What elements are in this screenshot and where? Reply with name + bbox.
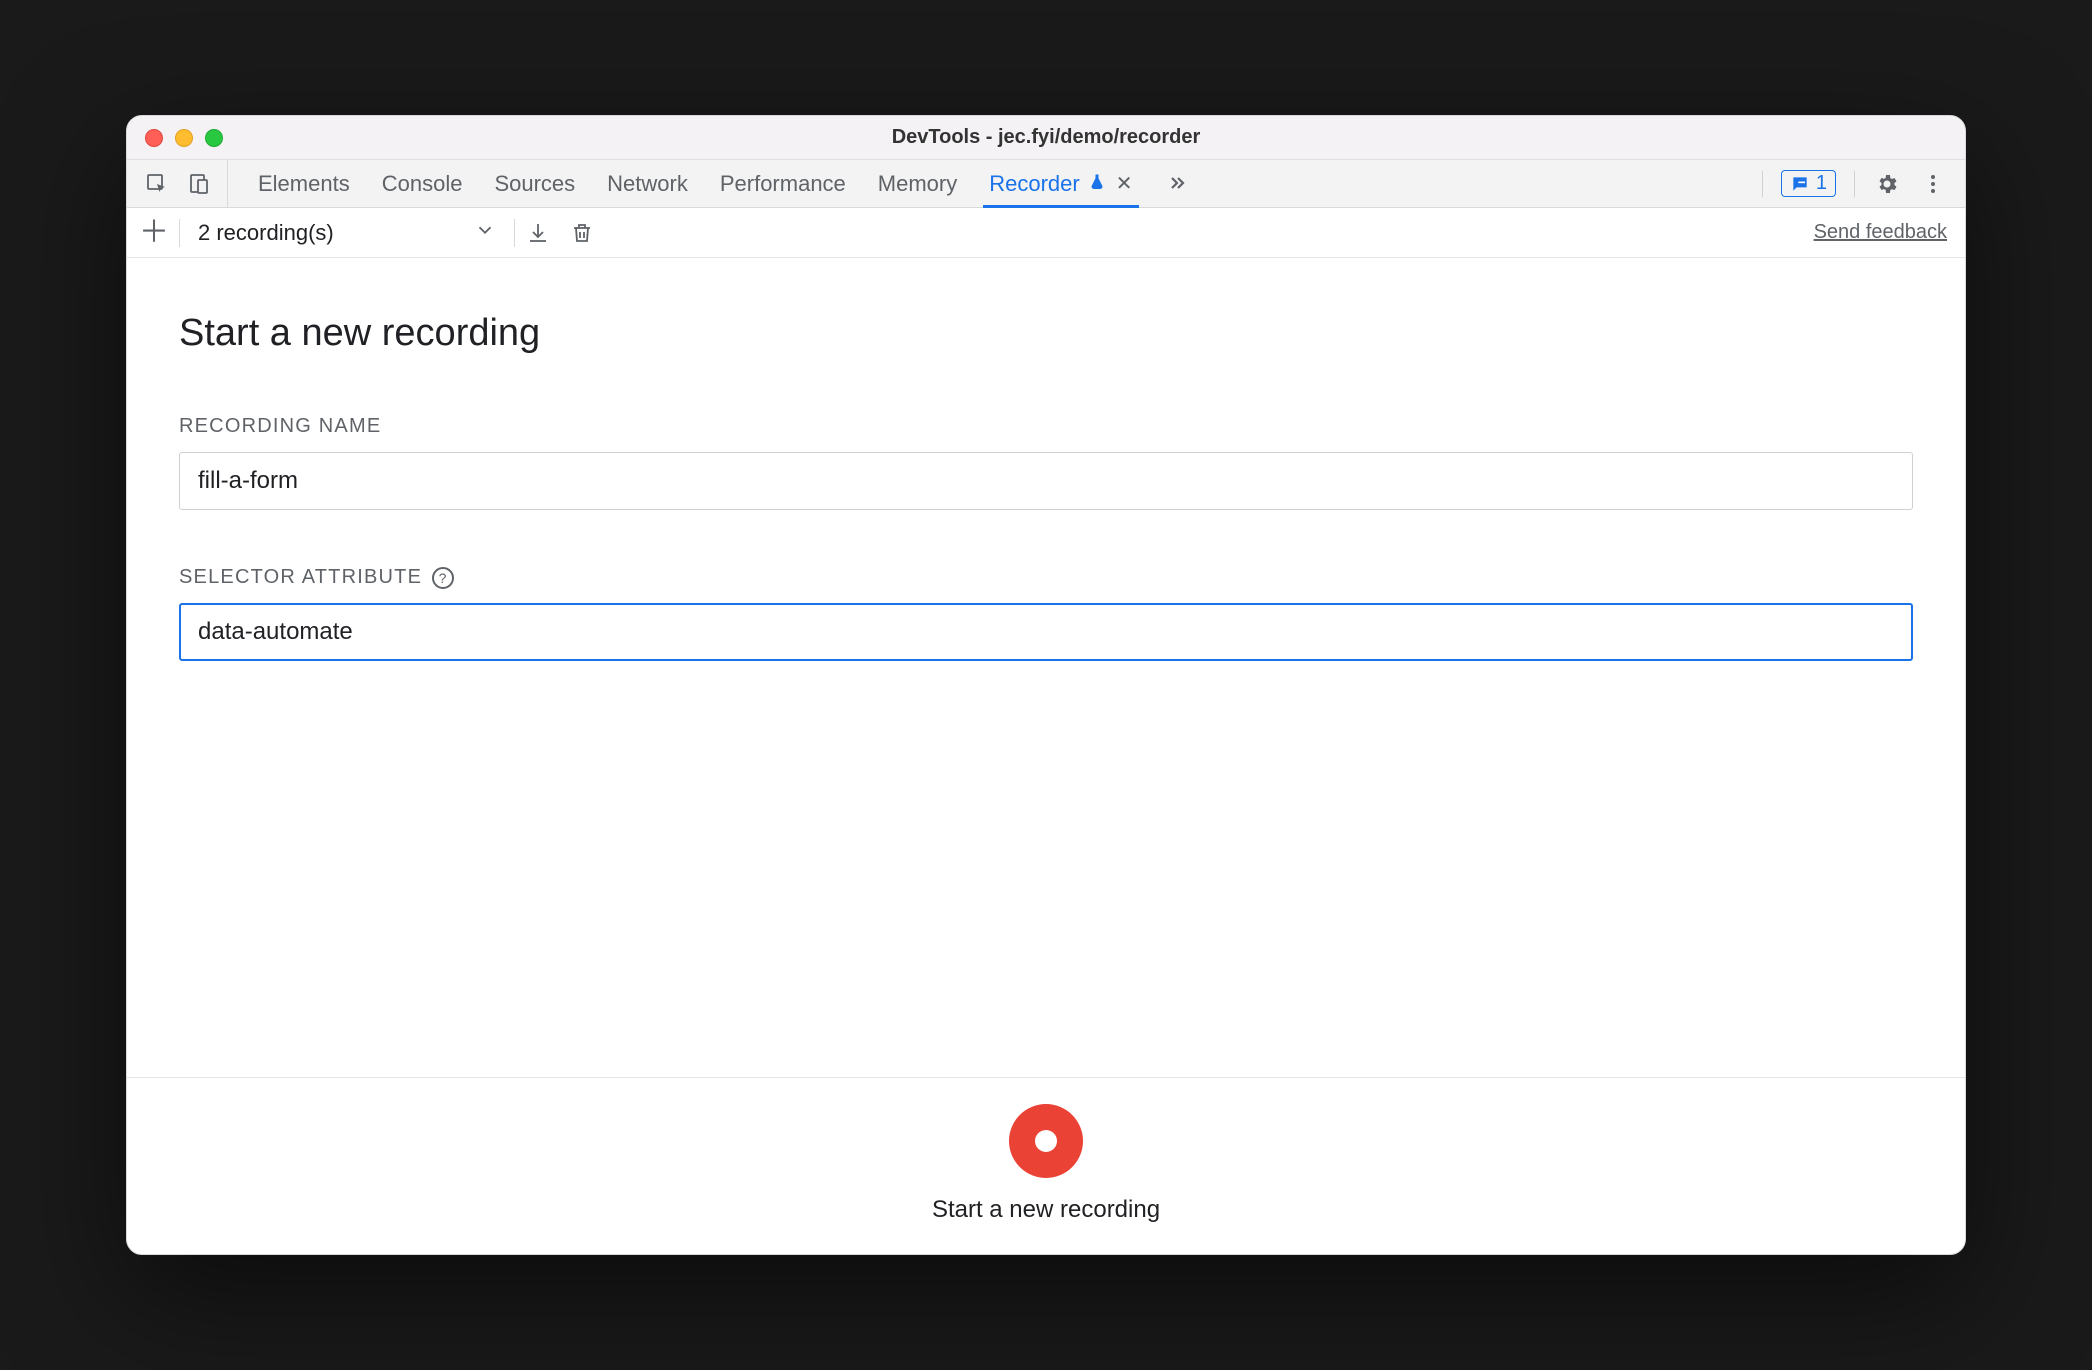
- more-options-icon[interactable]: [1919, 170, 1947, 198]
- recording-name-input[interactable]: [179, 452, 1913, 510]
- tabs: Elements Console Sources Network Perform…: [228, 160, 1219, 207]
- tab-network[interactable]: Network: [605, 160, 690, 207]
- recorder-content: Start a new recording RECORDING NAME SEL…: [127, 258, 1965, 1077]
- inspect-element-icon[interactable]: [143, 170, 171, 198]
- minimize-window-button[interactable]: [175, 129, 193, 147]
- close-window-button[interactable]: [145, 129, 163, 147]
- recording-name-field: RECORDING NAME: [179, 415, 1913, 510]
- recordings-dropdown[interactable]: 2 recording(s): [188, 219, 506, 247]
- tabbar-right-tools: 1: [1758, 160, 1957, 207]
- issues-count: 1: [1816, 172, 1827, 195]
- tab-memory[interactable]: Memory: [876, 160, 959, 207]
- tab-sources[interactable]: Sources: [492, 160, 577, 207]
- settings-gear-icon[interactable]: [1873, 170, 1901, 198]
- recorder-footer: Start a new recording: [127, 1077, 1965, 1254]
- device-toolbar-icon[interactable]: [185, 170, 213, 198]
- divider: [1762, 171, 1763, 197]
- recordings-label: 2 recording(s): [198, 220, 334, 246]
- tab-elements[interactable]: Elements: [256, 160, 352, 207]
- page-title: Start a new recording: [179, 312, 1913, 355]
- recording-name-label: RECORDING NAME: [179, 415, 1913, 438]
- tabbar-left-tools: [135, 160, 228, 207]
- export-icon[interactable]: [523, 218, 553, 248]
- divider: [1854, 171, 1855, 197]
- experiment-flask-icon: [1088, 171, 1106, 197]
- chevron-down-icon: [474, 219, 496, 247]
- selector-attribute-field: SELECTOR ATTRIBUTE ?: [179, 566, 1913, 661]
- delete-icon[interactable]: [567, 218, 597, 248]
- devtools-tabbar: Elements Console Sources Network Perform…: [127, 160, 1965, 208]
- start-recording-button[interactable]: [1009, 1104, 1083, 1178]
- recorder-toolbar: ＋ 2 recording(s) Send feedback: [127, 208, 1965, 258]
- selector-attribute-input[interactable]: [179, 603, 1913, 661]
- divider: [179, 219, 180, 247]
- tab-recorder[interactable]: Recorder ✕: [987, 160, 1134, 207]
- close-tab-icon[interactable]: ✕: [1114, 171, 1133, 196]
- record-dot-icon: [1035, 1130, 1057, 1152]
- selector-attribute-label: SELECTOR ATTRIBUTE ?: [179, 566, 1913, 589]
- send-feedback-link[interactable]: Send feedback: [1814, 221, 1955, 244]
- issues-button[interactable]: 1: [1781, 170, 1836, 197]
- help-icon[interactable]: ?: [432, 567, 454, 589]
- tab-performance[interactable]: Performance: [718, 160, 848, 207]
- traffic-lights: [127, 129, 223, 147]
- maximize-window-button[interactable]: [205, 129, 223, 147]
- divider: [514, 219, 515, 247]
- start-recording-label: Start a new recording: [932, 1196, 1160, 1224]
- new-recording-button[interactable]: ＋: [137, 216, 171, 250]
- titlebar: DevTools - jec.fyi/demo/recorder: [127, 116, 1965, 160]
- more-tabs-icon[interactable]: [1163, 170, 1191, 198]
- window-title: DevTools - jec.fyi/demo/recorder: [127, 126, 1965, 149]
- tab-console[interactable]: Console: [380, 160, 465, 207]
- devtools-window: DevTools - jec.fyi/demo/recorder Element…: [126, 115, 1966, 1255]
